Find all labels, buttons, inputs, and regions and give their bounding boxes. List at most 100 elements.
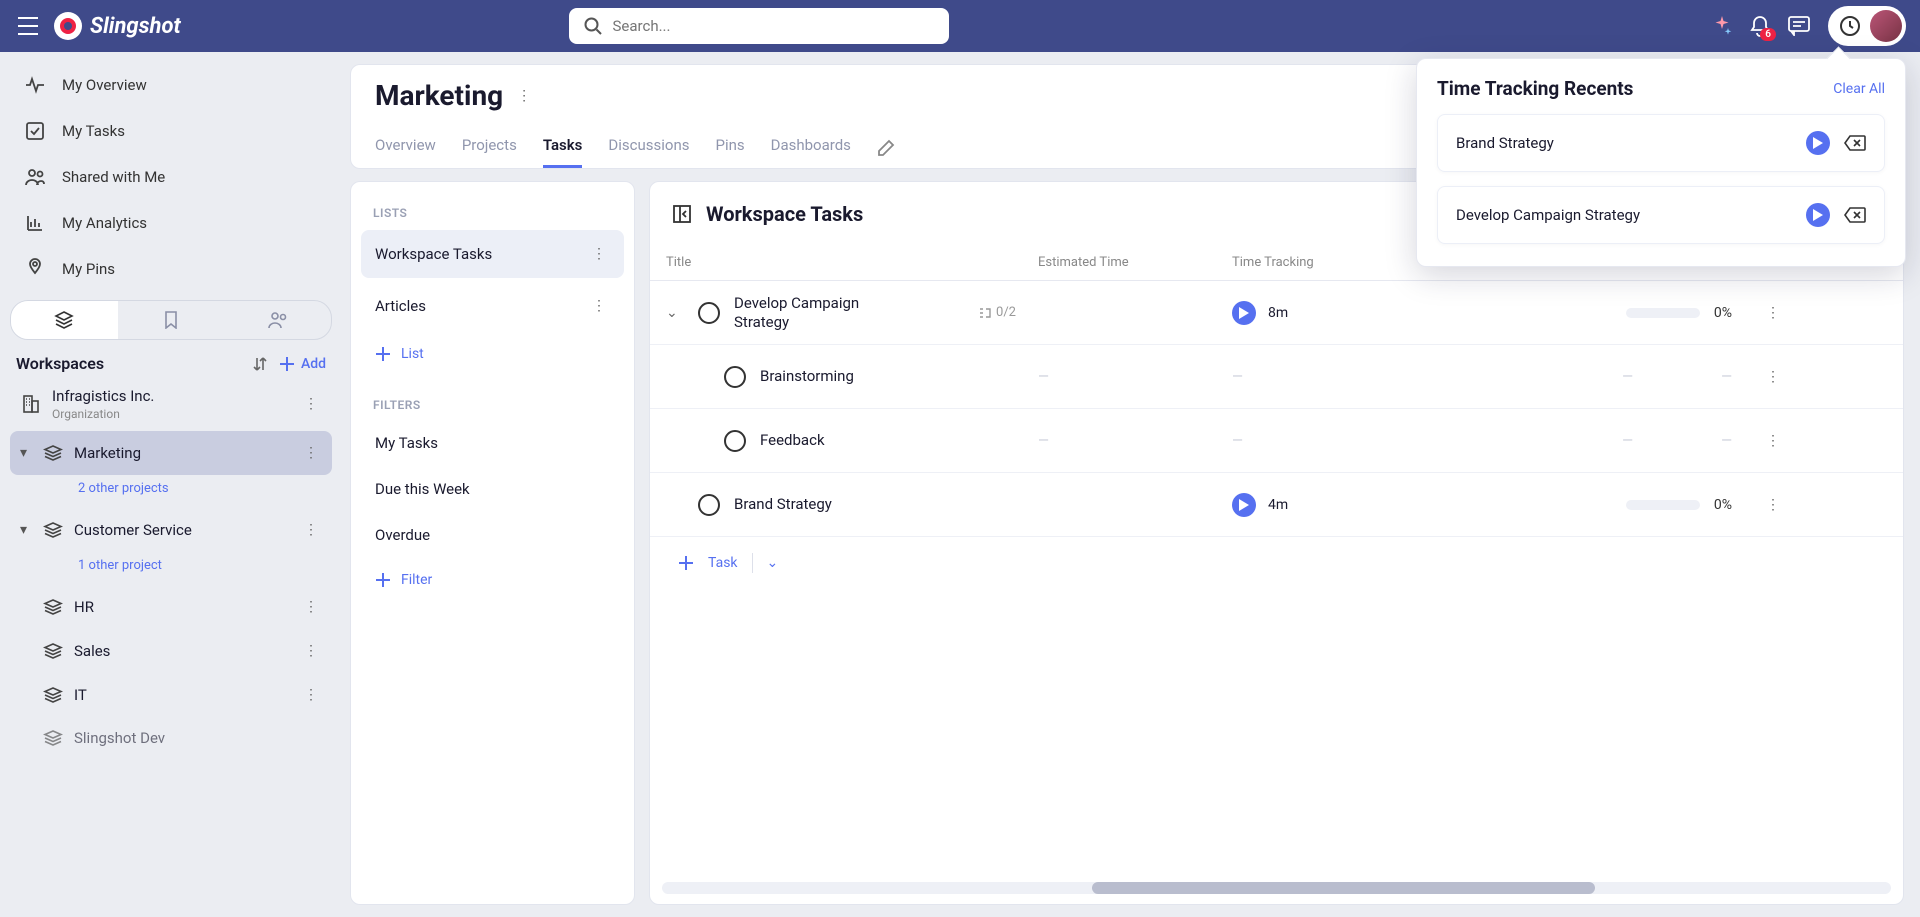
workspace-name: Sales [74,642,290,660]
more-icon[interactable]: ⋮ [588,242,610,266]
workspace-it[interactable]: ▾ IT ⋮ [10,673,332,717]
task-status-circle[interactable] [724,430,746,452]
collapse-panel-icon[interactable] [672,204,692,224]
task-name: Brainstorming [760,367,854,386]
empty-dash: — [1232,369,1243,385]
task-status-circle[interactable] [724,366,746,388]
nav-my-pins[interactable]: My Pins [10,246,332,292]
tab-tasks[interactable]: Tasks [543,128,583,168]
more-icon[interactable]: ⋮ [300,639,322,663]
add-list-button[interactable]: List [361,334,624,374]
task-row[interactable]: ⌄ Develop Campaign Strategy 0/2 8m [650,281,1903,345]
sparkle-icon[interactable] [1712,16,1732,36]
add-filter-button[interactable]: Filter [361,560,624,600]
task-status-circle[interactable] [698,302,720,324]
more-icon[interactable]: ⋮ [300,392,322,416]
task-row[interactable]: Feedback — — —— ⋮ [650,409,1903,473]
pin-icon [24,258,46,280]
tasks-panel: Workspace Tasks View Type List ⌄ Title E… [649,181,1904,905]
filter-overdue[interactable]: Overdue [361,514,624,556]
backspace-icon[interactable] [1844,135,1866,151]
search-icon [583,16,603,36]
progress-bar [1626,308,1700,318]
progress-bar [1626,500,1700,510]
workspace-sales[interactable]: ▾ Sales ⋮ [10,629,332,673]
tab-pins[interactable]: Pins [715,128,744,168]
filter-my-tasks[interactable]: My Tasks [361,422,624,464]
chevron-down-icon[interactable]: ⌄ [767,555,779,571]
more-icon[interactable]: ⋮ [1766,497,1780,513]
horizontal-scrollbar[interactable] [662,882,1891,894]
sort-icon[interactable] [251,355,269,373]
add-workspace-button[interactable]: Add [279,356,326,372]
clear-all-button[interactable]: Clear All [1833,81,1885,97]
list-articles[interactable]: Articles ⋮ [361,282,624,330]
more-icon[interactable]: ⋮ [588,294,610,318]
layers-icon [42,442,64,464]
bell-icon[interactable]: 6 [1750,15,1770,37]
more-icon[interactable]: ⋮ [300,683,322,707]
play-button[interactable] [1232,493,1256,517]
play-button[interactable] [1806,131,1830,155]
pulse-icon [24,74,46,96]
backspace-icon[interactable] [1844,207,1866,223]
more-icon[interactable]: ⋮ [517,88,531,104]
add-task-button[interactable]: Task ⌄ [650,537,1903,589]
recent-name: Develop Campaign Strategy [1456,206,1792,224]
avatar[interactable] [1870,10,1902,42]
tab-overview[interactable]: Overview [375,128,436,168]
tab-projects[interactable]: Projects [462,128,517,168]
empty-dash: — [1622,369,1633,385]
nav-my-overview[interactable]: My Overview [10,62,332,108]
workspace-customer-service[interactable]: ▾ Customer Service ⋮ [10,508,332,552]
more-icon[interactable]: ⋮ [1766,305,1780,321]
sidebar: My Overview My Tasks Shared with Me My A… [0,52,350,917]
task-row[interactable]: ⌄ Brand Strategy 4m 0% [650,473,1903,537]
filter-due-this-week[interactable]: Due this Week [361,468,624,510]
nav-label: My Overview [62,76,147,94]
chevron-down-icon[interactable]: ▾ [20,445,32,461]
nav-label: Shared with Me [62,168,165,186]
more-icon[interactable]: ⋮ [300,441,322,465]
task-row[interactable]: Brainstorming — — —— ⋮ [650,345,1903,409]
nav-shared-with-me[interactable]: Shared with Me [10,154,332,200]
subtab-people[interactable] [224,301,331,339]
task-status-circle[interactable] [698,494,720,516]
search-wrap [569,8,949,44]
nav-my-tasks[interactable]: My Tasks [10,108,332,154]
more-icon[interactable]: ⋮ [300,595,322,619]
search-input[interactable] [569,8,949,44]
col-title: Title [650,255,1022,270]
chevron-down-icon[interactable]: ⌄ [666,305,684,321]
workspace-name: HR [74,598,290,616]
more-icon[interactable]: ⋮ [1766,369,1780,385]
tab-dashboards[interactable]: Dashboards [771,128,851,168]
more-icon[interactable]: ⋮ [1766,433,1780,449]
play-button[interactable] [1232,301,1256,325]
workspace-hr[interactable]: ▾ HR ⋮ [10,585,332,629]
pencil-icon[interactable] [877,139,895,157]
workspace-marketing[interactable]: ▾ Marketing ⋮ [10,431,332,475]
recent-item[interactable]: Develop Campaign Strategy [1437,186,1885,244]
org-item[interactable]: Infragistics Inc. Organization ⋮ [10,377,332,431]
nav-label: My Pins [62,260,115,278]
add-list-label: List [401,346,424,362]
clock-icon [1838,14,1862,38]
workspace-slingshot-dev[interactable]: ▾ Slingshot Dev [10,717,332,759]
subtab-workspaces[interactable] [11,301,118,339]
tab-discussions[interactable]: Discussions [608,128,689,168]
recent-item[interactable]: Brand Strategy [1437,114,1885,172]
brand[interactable]: Slingshot [54,12,181,40]
subtab-bookmarks[interactable] [118,301,225,339]
workspace-children-link[interactable]: 1 other project [10,552,332,585]
play-button[interactable] [1806,203,1830,227]
chat-icon[interactable] [1788,16,1810,36]
chevron-down-icon[interactable]: ▾ [20,522,32,538]
menu-toggle[interactable] [14,12,42,40]
empty-dash: — [1038,369,1049,385]
list-workspace-tasks[interactable]: Workspace Tasks ⋮ [361,230,624,278]
more-icon[interactable]: ⋮ [300,518,322,542]
workspace-children-link[interactable]: 2 other projects [10,475,332,508]
nav-my-analytics[interactable]: My Analytics [10,200,332,246]
time-tracking-button[interactable] [1828,6,1906,46]
